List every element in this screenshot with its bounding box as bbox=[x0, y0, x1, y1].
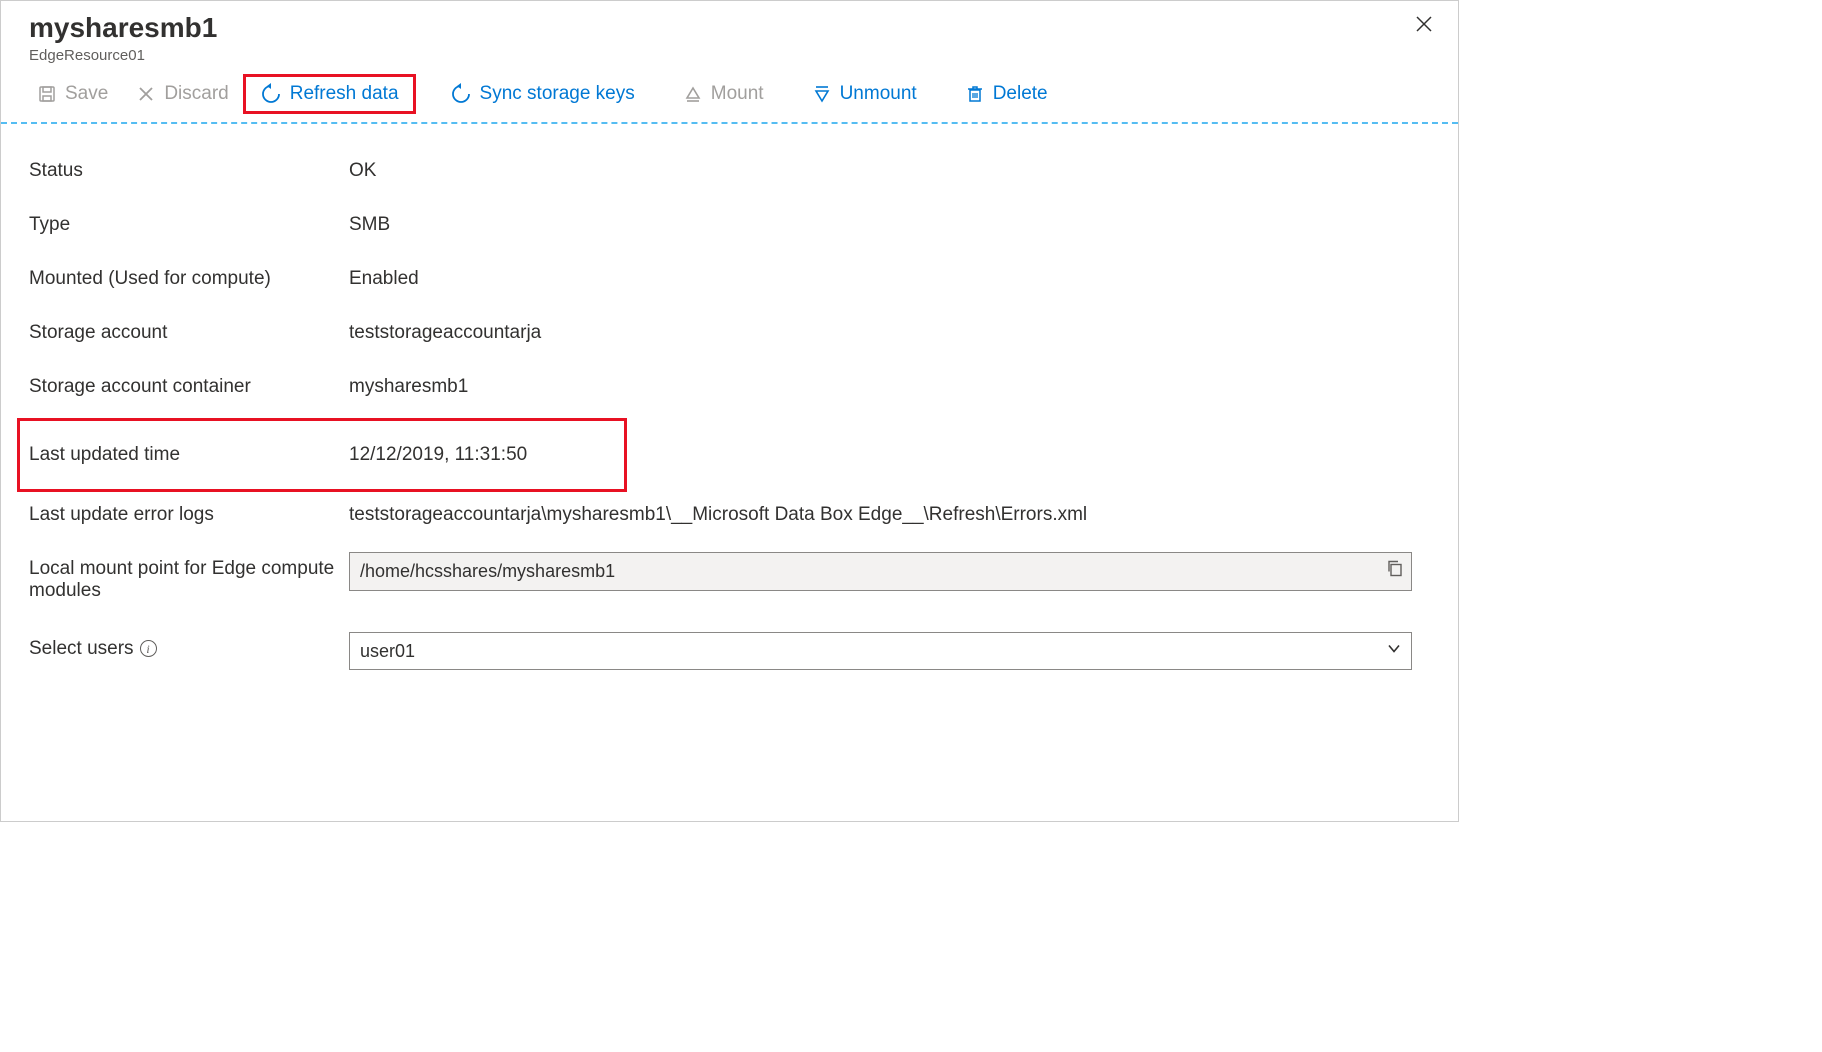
save-button[interactable]: Save bbox=[23, 77, 122, 111]
discard-label: Discard bbox=[164, 83, 228, 105]
value-storage-account: teststorageaccountarja bbox=[349, 316, 1430, 344]
row-mount-point: Local mount point for Edge compute modul… bbox=[29, 546, 1430, 608]
refresh-label: Refresh data bbox=[290, 83, 399, 105]
unmount-label: Unmount bbox=[840, 83, 917, 105]
label-mounted: Mounted (Used for compute) bbox=[29, 262, 349, 290]
page-subtitle: EdgeResource01 bbox=[29, 47, 1430, 64]
info-icon[interactable]: i bbox=[140, 640, 157, 657]
label-select-users: Select users i bbox=[29, 632, 349, 660]
value-status: OK bbox=[349, 154, 1430, 182]
mount-icon bbox=[683, 84, 703, 104]
delete-button[interactable]: Delete bbox=[951, 77, 1062, 111]
select-users-text: Select users bbox=[29, 638, 134, 660]
row-error-logs: Last update error logs teststorageaccoun… bbox=[29, 492, 1430, 546]
label-status: Status bbox=[29, 154, 349, 182]
label-last-updated: Last updated time bbox=[29, 444, 349, 466]
row-select-users: Select users i user01 bbox=[29, 626, 1430, 680]
close-button[interactable] bbox=[1408, 11, 1440, 39]
details-content: Status OK Type SMB Mounted (Used for com… bbox=[1, 124, 1458, 704]
label-mount-point: Local mount point for Edge compute modul… bbox=[29, 552, 349, 602]
label-storage-account: Storage account bbox=[29, 316, 349, 344]
blade-header: mysharesmb1 EdgeResource01 bbox=[1, 1, 1458, 68]
mount-point-field bbox=[349, 552, 1412, 591]
save-icon bbox=[37, 84, 57, 104]
row-status: Status OK bbox=[29, 148, 1430, 202]
command-bar: Save Discard Refresh data Sync storage k… bbox=[1, 68, 1458, 124]
sync-label: Sync storage keys bbox=[480, 83, 635, 105]
unmount-button[interactable]: Unmount bbox=[798, 77, 931, 111]
row-storage-account: Storage account teststorageaccountarja bbox=[29, 310, 1430, 364]
close-icon bbox=[1414, 14, 1434, 34]
mount-label: Mount bbox=[711, 83, 764, 105]
select-users-dropdown[interactable]: user01 bbox=[349, 632, 1412, 670]
row-last-updated: Last updated time 12/12/2019, 11:31:50 bbox=[17, 418, 627, 492]
value-type: SMB bbox=[349, 208, 1430, 236]
copy-icon bbox=[1386, 560, 1404, 578]
mount-button[interactable]: Mount bbox=[669, 77, 778, 111]
sync-storage-keys-button[interactable]: Sync storage keys bbox=[436, 77, 649, 111]
mount-point-input[interactable] bbox=[349, 552, 1412, 591]
discard-button[interactable]: Discard bbox=[122, 77, 242, 111]
value-error-logs: teststorageaccountarja\mysharesmb1\__Mic… bbox=[349, 498, 1430, 526]
sync-icon bbox=[450, 83, 472, 105]
copy-button[interactable] bbox=[1386, 560, 1404, 583]
page-title: mysharesmb1 bbox=[29, 11, 1430, 45]
refresh-data-button[interactable]: Refresh data bbox=[243, 74, 416, 114]
discard-icon bbox=[136, 84, 156, 104]
row-type: Type SMB bbox=[29, 202, 1430, 256]
row-mounted: Mounted (Used for compute) Enabled bbox=[29, 256, 1430, 310]
value-last-updated: 12/12/2019, 11:31:50 bbox=[349, 444, 624, 466]
label-type: Type bbox=[29, 208, 349, 236]
label-error-logs: Last update error logs bbox=[29, 498, 349, 526]
delete-label: Delete bbox=[993, 83, 1048, 105]
value-mounted: Enabled bbox=[349, 262, 1430, 290]
refresh-icon bbox=[260, 83, 282, 105]
label-storage-container: Storage account container bbox=[29, 370, 349, 398]
unmount-icon bbox=[812, 84, 832, 104]
select-users-wrap: user01 bbox=[349, 632, 1412, 670]
row-storage-container: Storage account container mysharesmb1 bbox=[29, 364, 1430, 418]
save-label: Save bbox=[65, 83, 108, 105]
delete-icon bbox=[965, 84, 985, 104]
value-storage-container: mysharesmb1 bbox=[349, 370, 1430, 398]
share-details-blade: mysharesmb1 EdgeResource01 Save Discard … bbox=[0, 0, 1459, 822]
